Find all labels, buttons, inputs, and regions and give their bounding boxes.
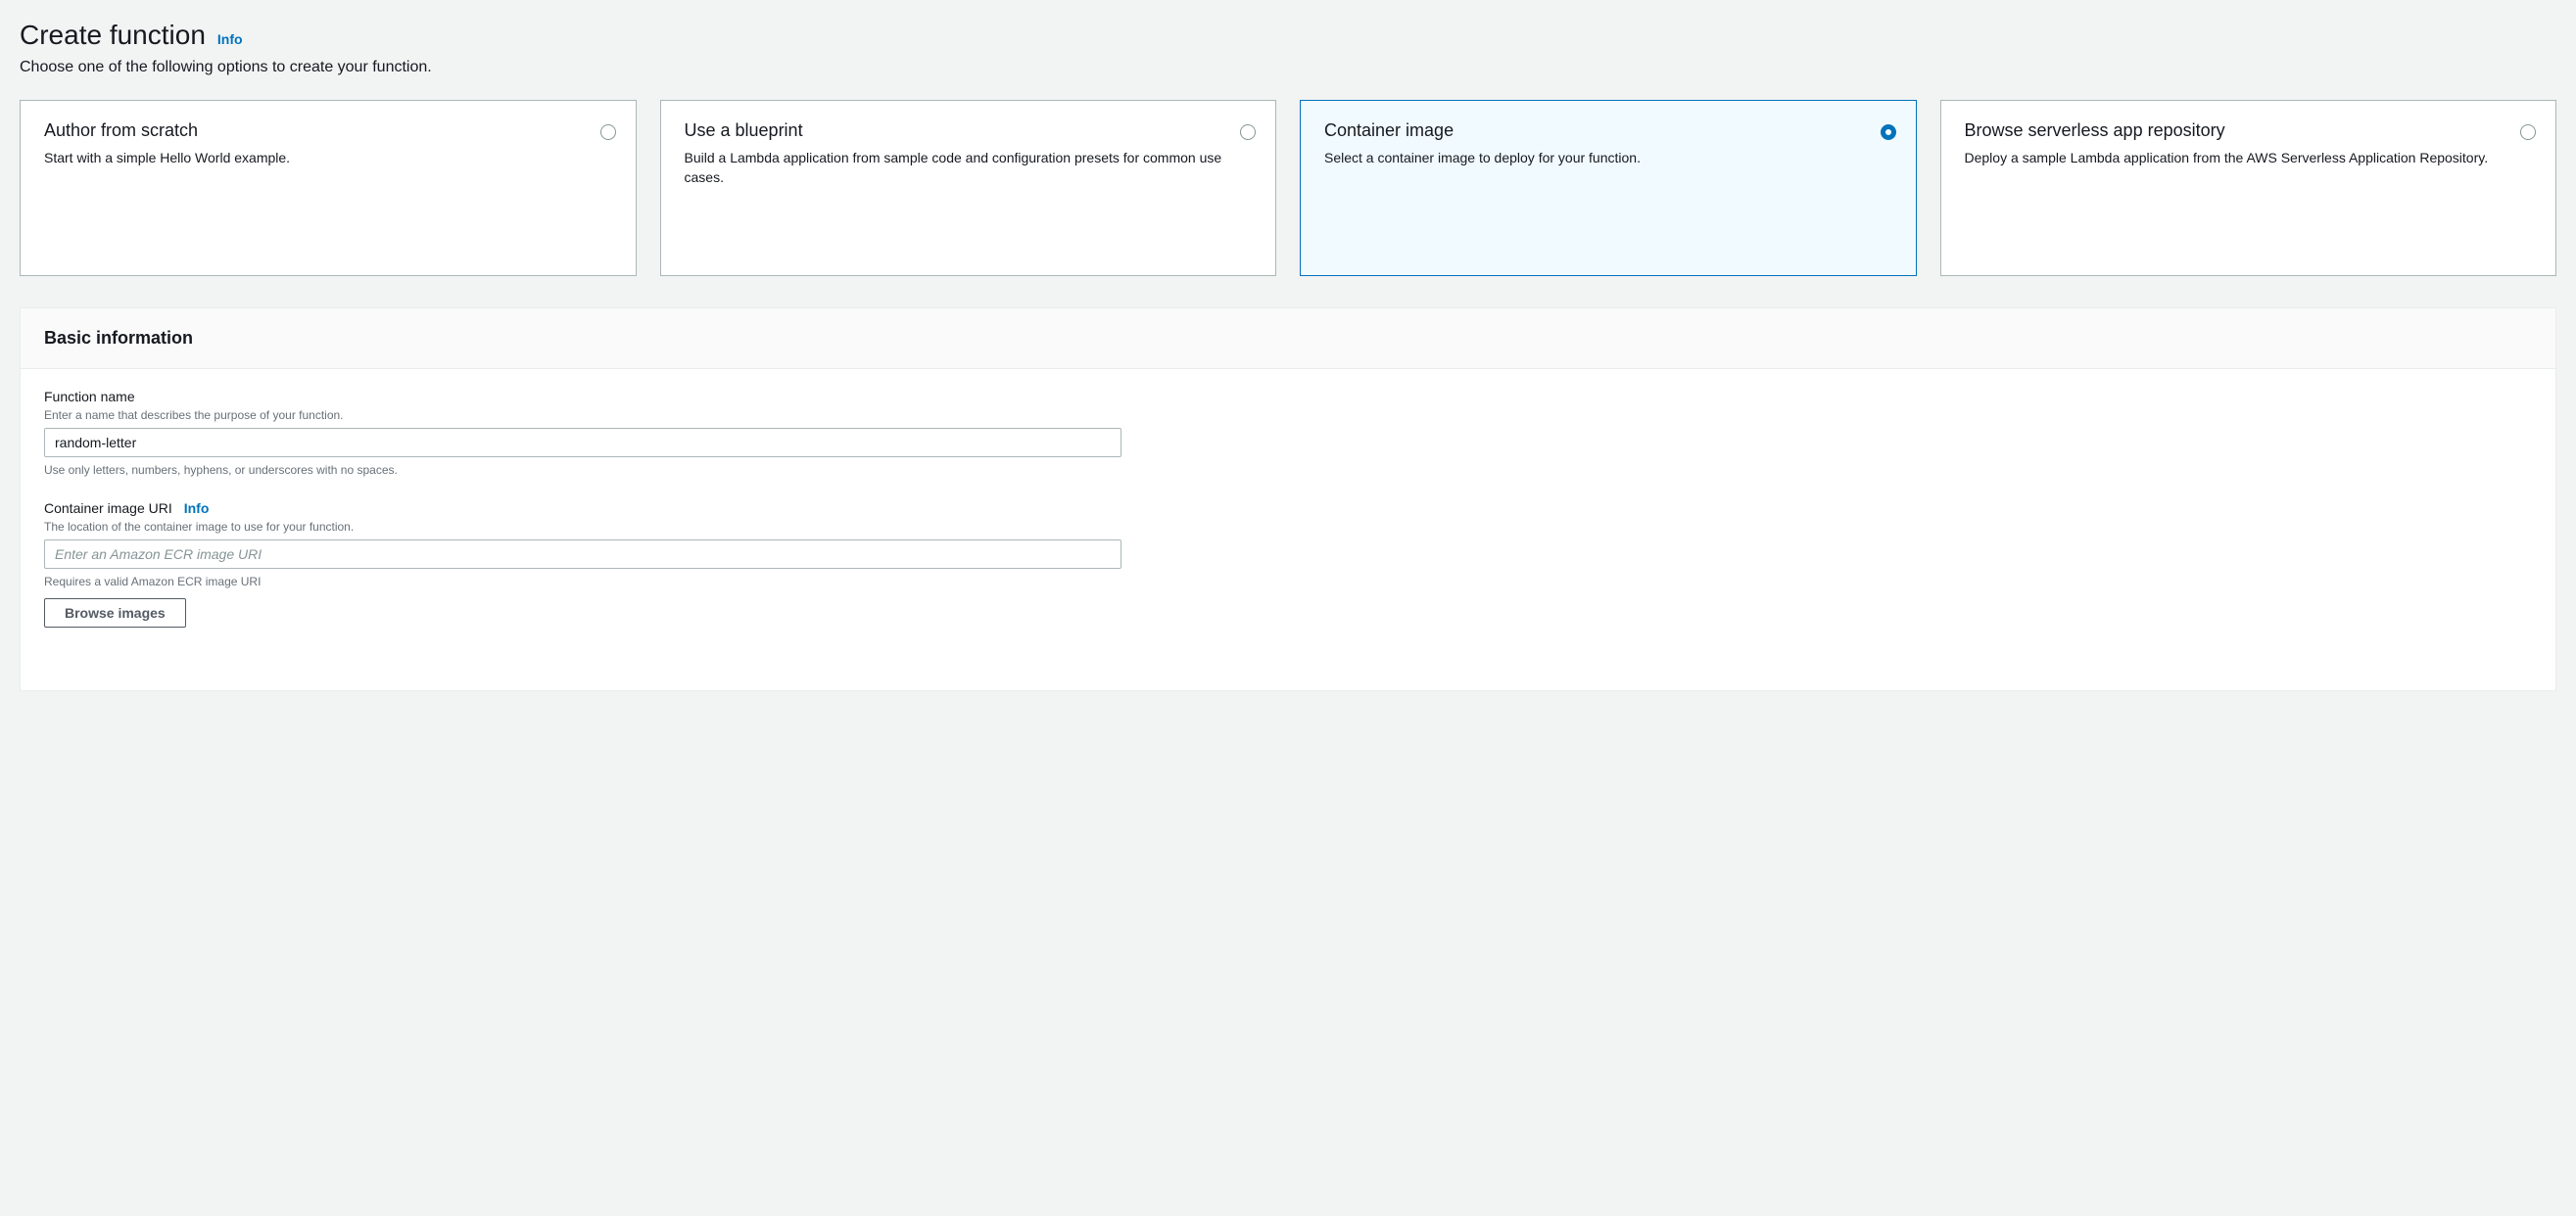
basic-information-panel: Basic information Function name Enter a … (20, 307, 2556, 691)
function-name-label: Function name (44, 389, 135, 404)
option-desc: Deploy a sample Lambda application from … (1965, 149, 2533, 168)
radio-icon (2520, 124, 2536, 140)
page-subtitle: Choose one of the following options to c… (20, 59, 2556, 76)
option-title: Browse serverless app repository (1965, 120, 2533, 141)
browse-images-button[interactable]: Browse images (44, 598, 186, 628)
option-use-blueprint[interactable]: Use a blueprint Build a Lambda applicati… (660, 100, 1277, 276)
option-title: Container image (1324, 120, 1892, 141)
page-title: Create function (20, 20, 206, 51)
option-title: Author from scratch (44, 120, 612, 141)
radio-icon (1881, 124, 1896, 140)
container-uri-input[interactable] (44, 539, 1121, 569)
panel-body: Function name Enter a name that describe… (21, 369, 2555, 690)
panel-header: Basic information (21, 308, 2555, 369)
container-uri-info-link[interactable]: Info (184, 500, 210, 516)
option-browse-serverless-repo[interactable]: Browse serverless app repository Deploy … (1940, 100, 2557, 276)
container-uri-constraint: Requires a valid Amazon ECR image URI (44, 575, 2532, 588)
function-name-hint: Enter a name that describes the purpose … (44, 408, 2532, 422)
option-desc: Select a container image to deploy for y… (1324, 149, 1892, 168)
info-link[interactable]: Info (217, 31, 243, 47)
function-name-input[interactable] (44, 428, 1121, 457)
page-header: Create function Info (20, 20, 2556, 51)
option-desc: Start with a simple Hello World example. (44, 149, 612, 168)
option-container-image[interactable]: Container image Select a container image… (1300, 100, 1917, 276)
container-uri-field: Container image URI Info The location of… (44, 500, 2532, 628)
function-name-constraint: Use only letters, numbers, hyphens, or u… (44, 463, 2532, 477)
container-uri-label: Container image URI (44, 500, 172, 516)
option-desc: Build a Lambda application from sample c… (685, 149, 1253, 187)
radio-icon (600, 124, 616, 140)
container-uri-hint: The location of the container image to u… (44, 520, 2532, 534)
radio-icon (1240, 124, 1256, 140)
option-cards: Author from scratch Start with a simple … (20, 100, 2556, 276)
option-author-from-scratch[interactable]: Author from scratch Start with a simple … (20, 100, 637, 276)
panel-title: Basic information (44, 328, 2532, 349)
option-title: Use a blueprint (685, 120, 1253, 141)
function-name-field: Function name Enter a name that describe… (44, 389, 2532, 477)
